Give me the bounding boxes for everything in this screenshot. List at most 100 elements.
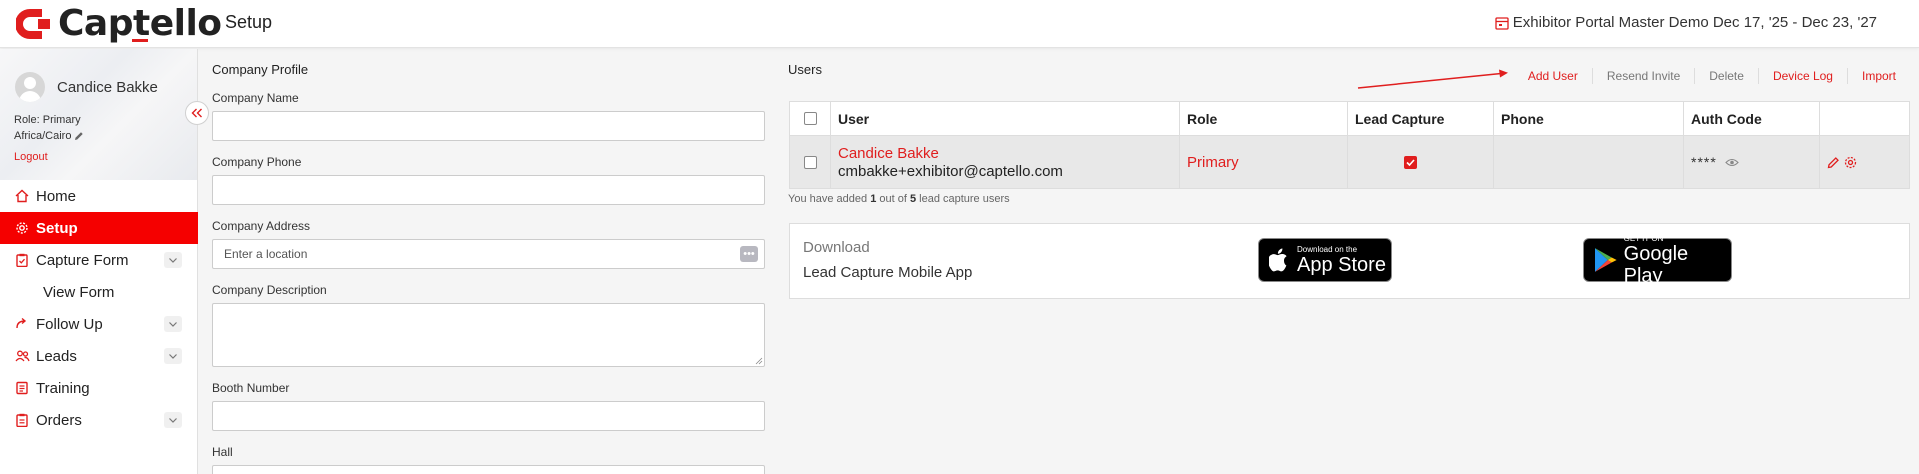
user-role: Primary bbox=[1187, 153, 1239, 171]
row-actions-cell bbox=[1819, 136, 1909, 188]
table-row[interactable]: Candice Bakke cmbakke+exhibitor@captello… bbox=[790, 136, 1909, 188]
booth-number-label: Booth Number bbox=[212, 381, 290, 395]
apple-icon bbox=[1269, 248, 1287, 272]
sidebar-item-follow-up[interactable]: Follow Up bbox=[0, 308, 198, 340]
google-play-big-text: Google Play bbox=[1623, 242, 1689, 287]
resize-grip-icon[interactable] bbox=[755, 357, 763, 365]
settings-gear-icon[interactable] bbox=[1844, 156, 1857, 169]
chevron-down-icon[interactable] bbox=[164, 252, 182, 268]
training-icon bbox=[14, 380, 30, 396]
home-icon bbox=[14, 188, 30, 204]
more-icon[interactable]: ••• bbox=[740, 246, 758, 262]
auth-code-cell: **** bbox=[1683, 136, 1819, 188]
company-phone-input[interactable] bbox=[212, 175, 765, 205]
profile-name: Candice Bakke bbox=[57, 79, 158, 96]
eye-icon[interactable] bbox=[1725, 158, 1739, 167]
role-cell: Primary bbox=[1179, 136, 1347, 188]
download-app-card: Download Lead Capture Mobile App Downloa… bbox=[789, 223, 1910, 299]
hall-input[interactable] bbox=[212, 465, 765, 474]
double-chevron-left-icon bbox=[191, 108, 202, 118]
import-button[interactable]: Import bbox=[1846, 68, 1910, 84]
column-header-phone[interactable]: Phone bbox=[1493, 102, 1683, 135]
sidebar-item-training[interactable]: Training bbox=[0, 372, 198, 404]
company-address-label: Company Address bbox=[212, 219, 311, 233]
add-user-button[interactable]: Add User bbox=[1514, 68, 1592, 84]
avatar[interactable] bbox=[15, 72, 45, 102]
users-icon bbox=[14, 348, 30, 364]
event-info-text: Exhibitor Portal Master Demo Dec 17, '25… bbox=[1512, 14, 1877, 31]
table-header-row: User Role Lead Capture Phone Auth Code bbox=[790, 102, 1909, 136]
app-store-badge[interactable]: Download on the App Store bbox=[1258, 238, 1392, 282]
follow-up-icon bbox=[14, 316, 30, 332]
company-description-label: Company Description bbox=[212, 283, 327, 297]
chevron-down-icon[interactable] bbox=[164, 412, 182, 428]
sidebar-item-label: Orders bbox=[36, 411, 82, 429]
chevron-down-icon[interactable] bbox=[164, 348, 182, 364]
google-play-icon bbox=[1594, 248, 1617, 272]
select-all-checkbox[interactable] bbox=[803, 112, 817, 125]
company-phone-label: Company Phone bbox=[212, 155, 302, 169]
lead-capture-checkbox[interactable] bbox=[1404, 155, 1417, 169]
app-store-small-text: Download on the bbox=[1297, 244, 1358, 254]
logout-link[interactable]: Logout bbox=[14, 151, 48, 163]
lead-capture-usage-note: You have added 1 out of 5 lead capture u… bbox=[788, 193, 1010, 205]
collapse-sidebar-button[interactable] bbox=[185, 101, 209, 125]
sidebar-item-label: Capture Form bbox=[36, 251, 129, 269]
sidebar: Candice Bakke Role: Primary Africa/Cairo… bbox=[0, 49, 198, 474]
lead-capture-cell bbox=[1347, 136, 1493, 188]
sidebar-item-label: Home bbox=[36, 187, 77, 205]
profile-role: Role: Primary bbox=[14, 114, 81, 126]
sidebar-item-label: Follow Up bbox=[36, 315, 103, 333]
user-cell: Candice Bakke cmbakke+exhibitor@captello… bbox=[830, 136, 1179, 188]
pencil-icon[interactable] bbox=[74, 131, 84, 141]
clipboard-icon bbox=[14, 252, 30, 268]
address-placeholder: Enter a location bbox=[224, 247, 308, 261]
orders-icon bbox=[14, 412, 30, 428]
edit-icon[interactable] bbox=[1827, 156, 1840, 169]
sidebar-item-view-form[interactable]: View Form bbox=[0, 276, 198, 308]
user-email: cmbakke+exhibitor@captello.com bbox=[838, 162, 1063, 180]
company-name-input[interactable] bbox=[212, 111, 765, 141]
company-description-textarea[interactable] bbox=[212, 303, 765, 367]
column-header-role[interactable]: Role bbox=[1179, 102, 1347, 135]
event-selector[interactable]: Exhibitor Portal Master Demo Dec 17, '25… bbox=[1495, 14, 1877, 31]
sidebar-item-label: Training bbox=[36, 379, 90, 397]
sidebar-item-label: View Form bbox=[43, 283, 115, 301]
sidebar-item-capture-form[interactable]: Capture Form bbox=[0, 244, 198, 276]
users-table: User Role Lead Capture Phone Auth Code C… bbox=[789, 101, 1910, 189]
company-profile-panel: Company Profile Company Name Company Pho… bbox=[212, 62, 770, 474]
user-name-link[interactable]: Candice Bakke bbox=[838, 145, 939, 162]
sidebar-item-leads[interactable]: Leads bbox=[0, 340, 198, 372]
sidebar-item-home[interactable]: Home bbox=[0, 180, 198, 212]
resend-invite-button[interactable]: Resend Invite bbox=[1591, 68, 1694, 84]
column-header-lead-capture[interactable]: Lead Capture bbox=[1347, 102, 1493, 135]
column-header-auth-code[interactable]: Auth Code bbox=[1683, 102, 1819, 135]
row-select-cell bbox=[790, 136, 830, 188]
hall-label: Hall bbox=[212, 445, 233, 459]
users-actions-toolbar: Add User Resend Invite Delete Device Log… bbox=[1514, 68, 1910, 84]
sidebar-item-label: Leads bbox=[36, 347, 77, 365]
page-title: Setup bbox=[225, 12, 273, 32]
download-subtitle: Lead Capture Mobile App bbox=[803, 264, 973, 281]
app-store-big-text: App Store bbox=[1297, 253, 1386, 276]
sidebar-item-label: Setup bbox=[36, 219, 78, 237]
row-checkbox[interactable] bbox=[803, 155, 817, 169]
captello-logo[interactable]: Captello bbox=[16, 4, 222, 44]
profile-card: Candice Bakke Role: Primary Africa/Cairo… bbox=[0, 49, 197, 180]
device-log-button[interactable]: Device Log bbox=[1757, 68, 1847, 84]
chevron-down-icon[interactable] bbox=[164, 316, 182, 332]
booth-number-input[interactable] bbox=[212, 401, 765, 431]
column-header-actions bbox=[1819, 102, 1909, 135]
company-profile-title: Company Profile bbox=[212, 62, 309, 77]
column-header-user[interactable]: User bbox=[830, 102, 1179, 135]
sidebar-item-orders[interactable]: Orders bbox=[0, 404, 198, 436]
sidebar-item-setup[interactable]: Setup bbox=[0, 212, 198, 244]
company-address-input[interactable]: Enter a location ••• bbox=[212, 239, 765, 269]
auth-code-value: **** bbox=[1691, 154, 1717, 170]
gear-icon bbox=[14, 220, 30, 236]
logo-underline bbox=[132, 39, 148, 42]
delete-button[interactable]: Delete bbox=[1694, 68, 1758, 84]
google-play-badge[interactable]: GET IT ON Google Play bbox=[1583, 234, 1732, 287]
sidebar-nav: Home Setup Capture Form View Form Follow… bbox=[0, 180, 198, 436]
annotation-arrow bbox=[1357, 69, 1508, 89]
